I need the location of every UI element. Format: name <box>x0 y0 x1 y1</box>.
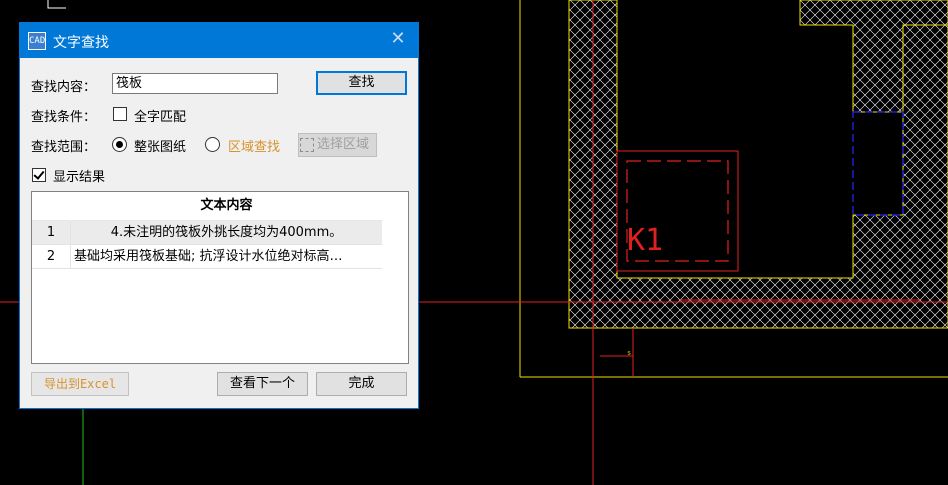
k1-label: K1 <box>627 223 663 258</box>
condition-label: 查找条件： <box>31 110 97 125</box>
text-find-dialog: CAD 文字查找 ✕ 查找内容： 筏板 查找 查找条件： 全字匹配 查找范围： … <box>19 22 419 409</box>
show-results-checkbox[interactable] <box>32 168 46 182</box>
cad-fragment <box>47 0 66 9</box>
dialog-title: 文字查找 <box>53 35 109 51</box>
select-area-label: 选择区域 <box>317 137 370 152</box>
table-row[interactable]: 2 基础均采用筏板基础; 抗浮设计水位绝对标高… <box>32 245 382 269</box>
done-button[interactable]: 完成 <box>316 372 407 396</box>
scope-option-whole-drawing[interactable]: 整张图纸 <box>134 136 186 155</box>
text-column-header[interactable]: 文本内容 <box>71 192 382 221</box>
scope-option-area[interactable]: 区域查找 <box>228 136 280 155</box>
select-area-icon <box>300 138 314 152</box>
row-text: 基础均采用筏板基础; 抗浮设计水位绝对标高… <box>74 249 343 264</box>
row-index: 2 <box>32 245 71 268</box>
find-button[interactable]: 查找 <box>316 71 407 95</box>
cad-app-icon: CAD <box>28 32 46 50</box>
show-results-label[interactable]: 显示结果 <box>53 166 105 185</box>
row-index: 1 <box>32 221 71 244</box>
scope-label: 查找范围： <box>31 140 97 155</box>
row-text: 4.未注明的筏板外挑长度均为400mm。 <box>110 225 343 240</box>
scope-radio-area[interactable] <box>205 137 220 152</box>
view-next-button[interactable]: 查看下一个 <box>217 372 308 396</box>
svg-text:s: s <box>627 349 631 357</box>
close-icon[interactable]: ✕ <box>388 29 408 49</box>
table-row[interactable]: 1 4.未注明的筏板外挑长度均为400mm。 <box>32 221 382 245</box>
search-label: 查找内容： <box>31 80 97 95</box>
export-excel-button[interactable]: 导出到Excel <box>31 372 129 396</box>
whole-word-label[interactable]: 全字匹配 <box>134 106 186 125</box>
search-input[interactable]: 筏板 <box>112 73 278 94</box>
index-column-header <box>32 192 70 221</box>
dialog-titlebar[interactable]: CAD 文字查找 ✕ <box>20 23 418 58</box>
whole-word-checkbox[interactable] <box>113 107 127 121</box>
blue-dashed-box <box>852 111 904 216</box>
scope-radio-whole-drawing[interactable] <box>112 137 127 152</box>
results-table: 文本内容 1 4.未注明的筏板外挑长度均为400mm。 2 基础均采用筏板基础;… <box>31 191 409 364</box>
